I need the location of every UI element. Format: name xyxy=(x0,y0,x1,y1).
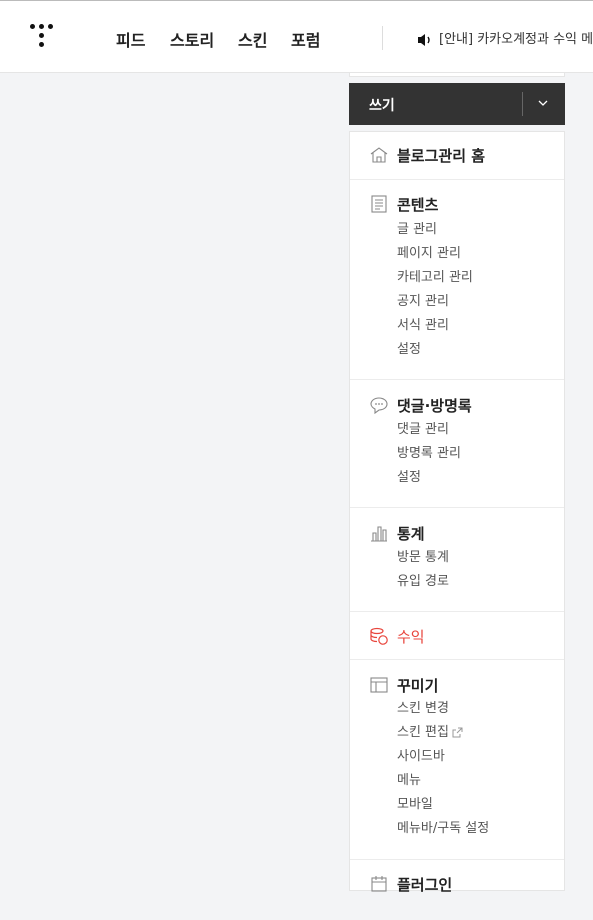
sidebar-item-contents-settings[interactable]: 설정 xyxy=(397,338,564,362)
section-contents: 콘텐츠 글 관리 페이지 관리 카테고리 관리 공지 관리 서식 관리 설정 xyxy=(350,180,564,380)
write-button[interactable]: 쓰기 xyxy=(349,83,565,125)
sidebar-item-comments[interactable]: 댓글 관리 xyxy=(397,418,564,442)
document-icon xyxy=(371,195,387,213)
sidebar-header-contents[interactable]: 콘텐츠 xyxy=(350,192,564,216)
speaker-icon xyxy=(418,33,430,46)
revenue-label: 수익 xyxy=(397,628,425,646)
chevron-down-icon[interactable] xyxy=(537,97,549,109)
notice-banner[interactable]: [안내] 카카오계정과 수익 메뉴 xyxy=(417,28,593,47)
sidebar-item-templates[interactable]: 서식 관리 xyxy=(397,314,564,338)
home-label: 블로그관리 홈 xyxy=(397,147,486,165)
sidebar-menu: 블로그관리 홈 콘텐츠 글 관리 페이지 관리 카테고리 관리 공지 관리 서식… xyxy=(349,131,565,894)
sidebar-item-home[interactable]: 블로그관리 홈 xyxy=(350,143,564,167)
sidebar-item-menubar-subscribe[interactable]: 메뉴바/구독 설정 xyxy=(397,817,564,841)
nav-skin[interactable]: 스킨 xyxy=(238,27,267,51)
external-link-icon xyxy=(452,727,463,738)
top-bar: 피드 스토리 스킨 포럼 [안내] 카카오계정과 수익 메뉴 xyxy=(0,0,593,73)
bar-chart-icon xyxy=(371,526,387,542)
nav-forum[interactable]: 포럼 xyxy=(291,27,320,51)
home-icon xyxy=(370,147,388,163)
section-decorate: 꾸미기 스킨 변경 스킨 편집 사이드바 메뉴 모바일 메뉴바/구독 설정 xyxy=(350,660,564,860)
sidebar-item-change-skin[interactable]: 스킨 변경 xyxy=(397,697,564,721)
section-comments: 댓글·방명록 댓글 관리 방명록 관리 설정 xyxy=(350,380,564,508)
sidebar-header-decorate[interactable]: 꾸미기 xyxy=(350,673,564,697)
sidebar-item-visit-stats[interactable]: 방문 통계 xyxy=(397,546,564,570)
header-divider xyxy=(382,26,383,50)
section-revenue: 수익 xyxy=(350,612,564,660)
notice-text: [안내] 카카오계정과 수익 메뉴 xyxy=(439,32,593,47)
write-label: 쓰기 xyxy=(369,98,395,114)
sidebar-item-menu[interactable]: 메뉴 xyxy=(397,769,564,793)
contents-title: 콘텐츠 xyxy=(397,196,439,214)
layout-icon xyxy=(370,677,388,693)
plugin-title: 플러그인 xyxy=(397,876,453,894)
sidebar-item-sidebar[interactable]: 사이드바 xyxy=(397,745,564,769)
tistory-logo-icon[interactable] xyxy=(30,24,58,52)
sidebar-item-edit-skin[interactable]: 스킨 편집 xyxy=(397,721,564,745)
calendar-icon xyxy=(371,876,387,892)
coins-icon xyxy=(370,627,388,645)
speech-bubble-icon xyxy=(370,397,388,415)
sidebar-item-guestbook[interactable]: 방명록 관리 xyxy=(397,442,564,466)
sidebar-header-stats[interactable]: 통계 xyxy=(350,521,564,545)
edit-skin-label: 스킨 편집 xyxy=(397,725,449,740)
sidebar-header-comments[interactable]: 댓글·방명록 xyxy=(350,393,564,417)
sidebar-item-notices[interactable]: 공지 관리 xyxy=(397,290,564,314)
comments-title: 댓글·방명록 xyxy=(397,397,472,415)
sidebar-item-mobile[interactable]: 모바일 xyxy=(397,793,564,817)
blog-card-bottom xyxy=(349,73,565,77)
write-separator xyxy=(522,92,523,116)
sidebar-item-posts[interactable]: 글 관리 xyxy=(397,218,564,242)
nav-story[interactable]: 스토리 xyxy=(170,27,214,51)
section-plugin: 플러그인 xyxy=(350,860,564,920)
section-home: 블로그관리 홈 xyxy=(350,132,564,180)
sidebar-item-revenue[interactable]: 수익 xyxy=(350,624,564,648)
decorate-title: 꾸미기 xyxy=(397,677,439,695)
stats-title: 통계 xyxy=(397,525,425,543)
nav-feed[interactable]: 피드 xyxy=(116,27,145,51)
section-stats: 통계 방문 통계 유입 경로 xyxy=(350,508,564,612)
sidebar-item-referrers[interactable]: 유입 경로 xyxy=(397,570,564,594)
sidebar-item-comments-settings[interactable]: 설정 xyxy=(397,466,564,490)
sidebar-item-categories[interactable]: 카테고리 관리 xyxy=(397,266,564,290)
sidebar-header-plugin[interactable]: 플러그인 xyxy=(350,872,564,896)
sidebar-item-pages[interactable]: 페이지 관리 xyxy=(397,242,564,266)
